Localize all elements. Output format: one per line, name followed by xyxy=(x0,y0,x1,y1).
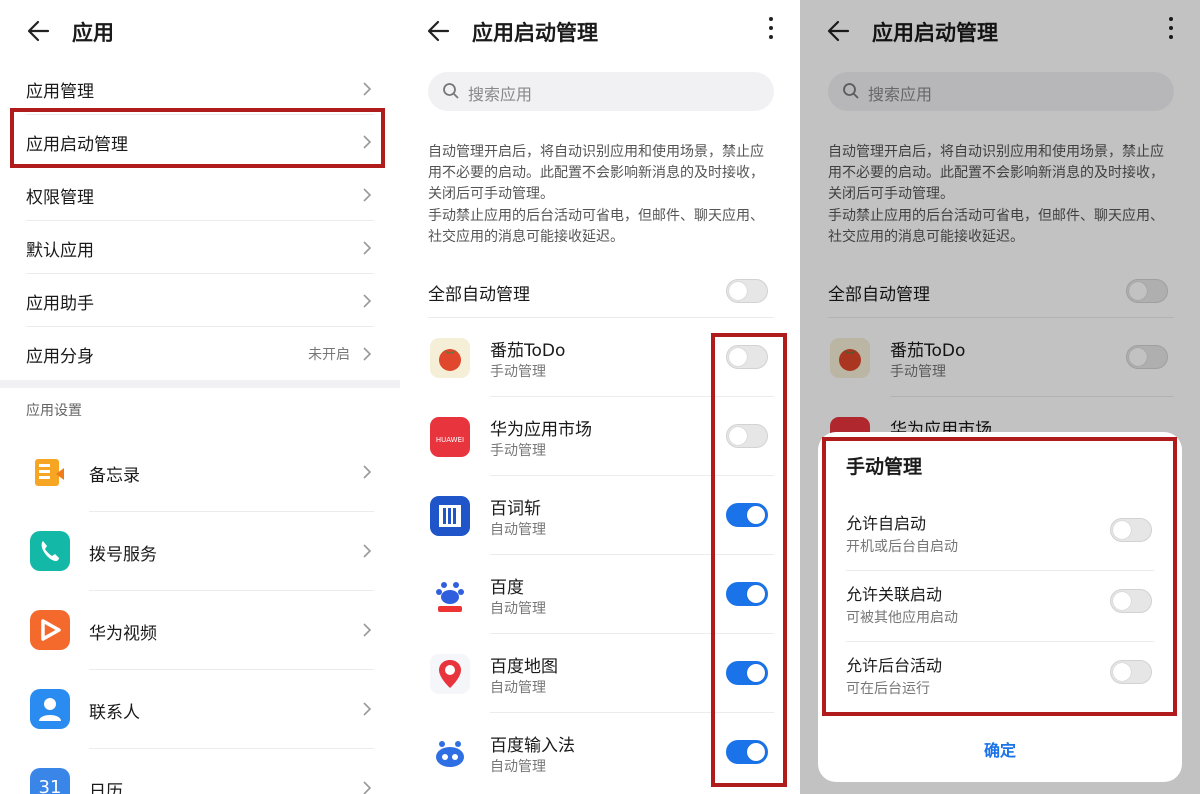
memo-icon xyxy=(30,452,70,492)
section-separator xyxy=(0,380,400,388)
menu-item-label: 应用管理 xyxy=(26,82,94,102)
app-name: 番茄ToDo xyxy=(490,341,566,361)
baidu-paw-icon xyxy=(430,575,470,615)
back-arrow-icon[interactable] xyxy=(426,18,452,44)
chevron-right-icon xyxy=(363,347,372,361)
description-auto: 自动管理开启后，将自动识别应用和使用场景，禁止应用不必要的启动。此配置不会影响新… xyxy=(428,144,764,202)
app-row-memo[interactable]: 备忘录 xyxy=(26,432,374,512)
app-row-dialer[interactable]: 拨号服务 xyxy=(26,511,374,591)
app-row-label: 日历 xyxy=(89,782,123,794)
app-row-label: 华为视频 xyxy=(89,624,157,644)
phone-icon xyxy=(30,531,70,571)
menu-item-value: 未开启 xyxy=(308,347,350,363)
app-name: 百度地图 xyxy=(490,657,558,677)
description-manual: 手动禁止应用的后台活动可省电，但邮件、聊天应用、社交应用的消息可能接收延迟。 xyxy=(428,208,764,245)
app-row-label: 拨号服务 xyxy=(89,545,157,565)
app-mode: 自动管理 xyxy=(490,522,546,538)
chevron-right-icon xyxy=(363,188,372,202)
app-mode: 手动管理 xyxy=(490,364,546,380)
baidu-map-icon xyxy=(430,654,470,694)
app-name: 百度 xyxy=(490,578,524,598)
huawei-appgallery-icon: HUAWEI xyxy=(430,417,470,457)
section-title: 应用设置 xyxy=(26,403,82,419)
app-row-label: 联系人 xyxy=(89,703,140,723)
menu-item-label: 应用助手 xyxy=(26,294,94,314)
menu-item-app-twin[interactable]: 应用分身 未开启 xyxy=(26,327,374,380)
chevron-right-icon xyxy=(363,82,372,96)
search-placeholder: 搜索应用 xyxy=(468,85,533,104)
page-title: 应用 xyxy=(72,21,114,45)
back-arrow-icon[interactable] xyxy=(26,18,52,44)
app-name: 华为应用市场 xyxy=(490,420,592,440)
confirm-button[interactable]: 确定 xyxy=(818,737,1182,761)
menu-item-label: 权限管理 xyxy=(26,188,94,208)
contact-icon xyxy=(30,689,70,729)
video-play-icon xyxy=(30,610,70,650)
app-mode: 自动管理 xyxy=(490,759,546,775)
chevron-right-icon xyxy=(363,465,372,479)
highlight-box xyxy=(711,333,787,787)
calendar-icon: 31 xyxy=(30,768,70,794)
menu-item-permission-management[interactable]: 权限管理 xyxy=(26,168,374,221)
tomato-todo-icon xyxy=(430,338,470,378)
more-options-icon[interactable] xyxy=(768,17,774,43)
chevron-right-icon xyxy=(363,241,372,255)
search-input[interactable]: 搜索应用 xyxy=(428,72,774,111)
chevron-right-icon xyxy=(363,702,372,716)
manual-management-panel: 应用启动管理 搜索应用 自动管理开启后，将自动识别应用和使用场景，禁止应用不必要… xyxy=(800,0,1200,794)
app-row-calendar[interactable]: 31 日历 xyxy=(26,748,374,794)
app-mode: 手动管理 xyxy=(490,443,546,459)
highlight-box xyxy=(822,437,1177,716)
chevron-right-icon xyxy=(363,544,372,558)
menu-item-default-apps[interactable]: 默认应用 xyxy=(26,221,374,274)
chevron-right-icon xyxy=(363,623,372,637)
menu-item-label: 默认应用 xyxy=(26,241,94,261)
app-row-huawei-video[interactable]: 华为视频 xyxy=(26,590,374,670)
baidu-input-icon xyxy=(430,733,470,773)
header: 应用 xyxy=(0,0,400,62)
baicizhan-icon xyxy=(430,496,470,536)
menu-item-app-assistant[interactable]: 应用助手 xyxy=(26,274,374,327)
app-mode: 自动管理 xyxy=(490,601,546,617)
app-row-contacts[interactable]: 联系人 xyxy=(26,669,374,749)
page-title: 应用启动管理 xyxy=(472,21,598,45)
search-icon xyxy=(443,83,459,99)
header: 应用启动管理 xyxy=(400,0,800,62)
app-mode: 自动管理 xyxy=(490,680,546,696)
chevron-right-icon xyxy=(363,781,372,794)
app-launch-management-panel: 应用启动管理 搜索应用 自动管理开启后，将自动识别应用和使用场景，禁止应用不必要… xyxy=(400,0,800,794)
chevron-right-icon xyxy=(363,294,372,308)
all-auto-manage-toggle[interactable] xyxy=(726,279,768,303)
all-auto-manage-label: 全部自动管理 xyxy=(428,285,530,305)
all-auto-manage-row: 全部自动管理 xyxy=(428,270,774,318)
app-name: 百度输入法 xyxy=(490,736,575,756)
app-name: 百词斩 xyxy=(490,499,541,519)
settings-apps-panel: 应用 应用管理 应用启动管理 权限管理 默认应用 应用助手 应用分身 未开启 应… xyxy=(0,0,400,794)
menu-item-label: 应用分身 xyxy=(26,347,94,367)
highlight-box xyxy=(10,108,385,168)
app-row-label: 备忘录 xyxy=(89,466,140,486)
